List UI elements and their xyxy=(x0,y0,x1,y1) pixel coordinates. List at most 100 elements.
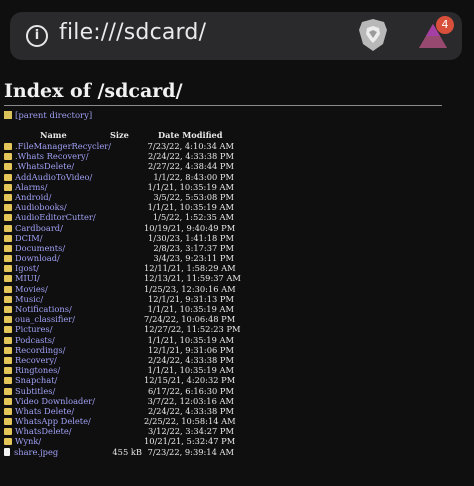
table-row: Cardboard/10/19/21, 9:40:49 PM xyxy=(4,223,444,233)
folder-icon xyxy=(4,285,12,293)
folder-entry: Music/ xyxy=(4,294,154,304)
table-row: .Whats Recovery/2/24/22, 4:33:38 PM xyxy=(4,151,444,161)
folder-icon xyxy=(4,336,12,344)
entry-date: 12/15/21, 4:20:32 PM xyxy=(144,375,236,386)
folder-entry: Audiobooks/ xyxy=(4,202,154,212)
entry-link[interactable]: Whats Delete/ xyxy=(15,406,74,416)
entry-date: 10/21/21, 5:32:47 PM xyxy=(144,436,236,447)
folder-icon xyxy=(4,163,12,171)
table-row: .WhatsDelete/2/27/22, 4:38:44 PM xyxy=(4,161,444,171)
entry-date: 3/7/22, 12:03:16 AM xyxy=(147,395,234,406)
entry-link[interactable]: .FileManagerRecycler/ xyxy=(15,141,111,151)
parent-directory-link[interactable]: [parent directory] xyxy=(4,110,92,122)
file-table: Name Size Date Modified .FileManagerRecy… xyxy=(4,129,444,457)
entry-date: 12/1/21, 9:31:06 PM xyxy=(148,344,234,355)
folder-entry: DCIM/ xyxy=(4,233,154,243)
entry-link[interactable]: Documents/ xyxy=(15,243,65,253)
entry-date: 2/24/22, 4:33:38 PM xyxy=(148,354,234,365)
column-header-date[interactable]: Date Modified xyxy=(158,129,228,141)
entry-link[interactable]: Recordings/ xyxy=(15,345,65,355)
entry-link[interactable]: Cardboard/ xyxy=(15,223,63,233)
entry-link[interactable]: share.jpeg xyxy=(14,447,58,457)
folder-entry: oua_classifier/ xyxy=(4,314,154,324)
entry-size: 455 kB xyxy=(112,446,142,457)
folder-entry: Android/ xyxy=(4,192,154,202)
folder-icon xyxy=(4,153,12,161)
entry-link[interactable]: AudioEditorCutter/ xyxy=(15,212,96,222)
folder-entry: Cardboard/ xyxy=(4,223,154,233)
folder-icon xyxy=(4,295,12,303)
table-row: oua_classifier/7/24/22, 10:06:48 PM xyxy=(4,314,444,324)
folder-entry: AddAudioToVideo/ xyxy=(4,172,154,182)
page-title: Index of /sdcard/ xyxy=(4,80,183,102)
folder-icon xyxy=(4,173,12,181)
folder-entry: Whats Delete/ xyxy=(4,406,154,416)
folder-icon xyxy=(4,204,12,212)
table-row: MIUI/12/13/21, 11:59:37 AM xyxy=(4,273,444,283)
entry-link[interactable]: .WhatsDelete/ xyxy=(15,161,74,171)
column-header-name[interactable]: Name xyxy=(40,129,100,141)
folder-entry: Movies/ xyxy=(4,284,154,294)
folder-icon xyxy=(4,193,12,201)
file-icon xyxy=(4,447,10,456)
entry-link[interactable]: DCIM/ xyxy=(15,233,43,243)
folder-entry: Subtitles/ xyxy=(4,386,154,396)
folder-icon xyxy=(4,428,12,436)
entry-link[interactable]: Download/ xyxy=(15,253,60,263)
folder-entry: Wynk/ xyxy=(4,436,154,446)
folder-icon xyxy=(4,367,12,375)
entry-link[interactable]: Ringtones/ xyxy=(15,365,60,375)
folder-entry: Podcasts/ xyxy=(4,335,154,345)
entry-date: 12/11/21, 1:58:29 AM xyxy=(144,263,236,274)
folder-icon xyxy=(4,244,12,252)
folder-icon xyxy=(4,265,12,273)
folder-icon xyxy=(4,275,12,283)
table-row: .FileManagerRecycler/7/23/22, 4:10:34 AM xyxy=(4,141,444,151)
entry-link[interactable]: Wynk/ xyxy=(15,436,41,446)
entry-link[interactable]: Snapchat/ xyxy=(15,375,57,385)
column-header-size[interactable]: Size xyxy=(110,129,150,141)
entry-link[interactable]: Android/ xyxy=(15,192,51,202)
entry-link[interactable]: oua_classifier/ xyxy=(15,314,75,324)
table-row: AddAudioToVideo/1/1/22, 8:43:00 PM xyxy=(4,172,444,182)
entry-link[interactable]: Igost/ xyxy=(15,263,39,273)
entry-link[interactable]: WhatsDelete/ xyxy=(15,426,72,436)
entry-link[interactable]: Alarms/ xyxy=(15,182,47,192)
folder-entry: WhatsDelete/ xyxy=(4,426,154,436)
folder-entry: Snapchat/ xyxy=(4,375,154,385)
entry-link[interactable]: Music/ xyxy=(15,294,43,304)
entry-link[interactable]: AddAudioToVideo/ xyxy=(15,172,92,182)
entry-date: 2/24/22, 4:33:38 PM xyxy=(148,405,234,416)
folder-entry: .WhatsDelete/ xyxy=(4,161,154,171)
folder-entry: Ringtones/ xyxy=(4,365,154,375)
folder-up-icon xyxy=(4,111,12,119)
entry-date: 2/25/22, 10:58:14 AM xyxy=(144,416,236,427)
entry-link[interactable]: Movies/ xyxy=(15,284,48,294)
entry-link[interactable]: Audiobooks/ xyxy=(15,202,67,212)
table-row: Ringtones/1/1/21, 10:35:19 AM xyxy=(4,365,444,375)
entry-link[interactable]: Recovery/ xyxy=(15,355,57,365)
entry-link[interactable]: Video Downloader/ xyxy=(15,396,95,406)
entry-link[interactable]: Notifications/ xyxy=(15,304,72,314)
entry-date: 1/1/21, 10:35:19 AM xyxy=(147,181,234,192)
info-icon[interactable]: i xyxy=(26,25,48,47)
entry-link[interactable]: Pictures/ xyxy=(15,324,53,334)
folder-entry: Notifications/ xyxy=(4,304,154,314)
url-text[interactable]: file:///sdcard/ xyxy=(59,20,206,45)
folder-icon xyxy=(4,397,12,405)
table-row: WhatsDelete/3/12/22, 3:34:27 PM xyxy=(4,426,444,436)
folder-icon xyxy=(4,407,12,415)
entry-link[interactable]: Subtitles/ xyxy=(15,386,55,396)
folder-entry: Recordings/ xyxy=(4,345,154,355)
notification-badge: 4 xyxy=(436,16,454,34)
table-row: Wynk/10/21/21, 5:32:47 PM xyxy=(4,436,444,446)
entry-link[interactable]: Podcasts/ xyxy=(15,335,55,345)
entry-link[interactable]: .Whats Recovery/ xyxy=(15,151,89,161)
folder-entry: Alarms/ xyxy=(4,182,154,192)
entry-date: 2/24/22, 4:33:38 PM xyxy=(148,151,234,162)
entry-link[interactable]: MIUI/ xyxy=(15,273,40,283)
folder-icon xyxy=(4,387,12,395)
brave-shields-icon[interactable] xyxy=(358,18,388,52)
table-row: AudioEditorCutter/1/5/22, 1:52:35 AM xyxy=(4,212,444,222)
entry-link[interactable]: WhatsApp Delete/ xyxy=(15,416,91,426)
